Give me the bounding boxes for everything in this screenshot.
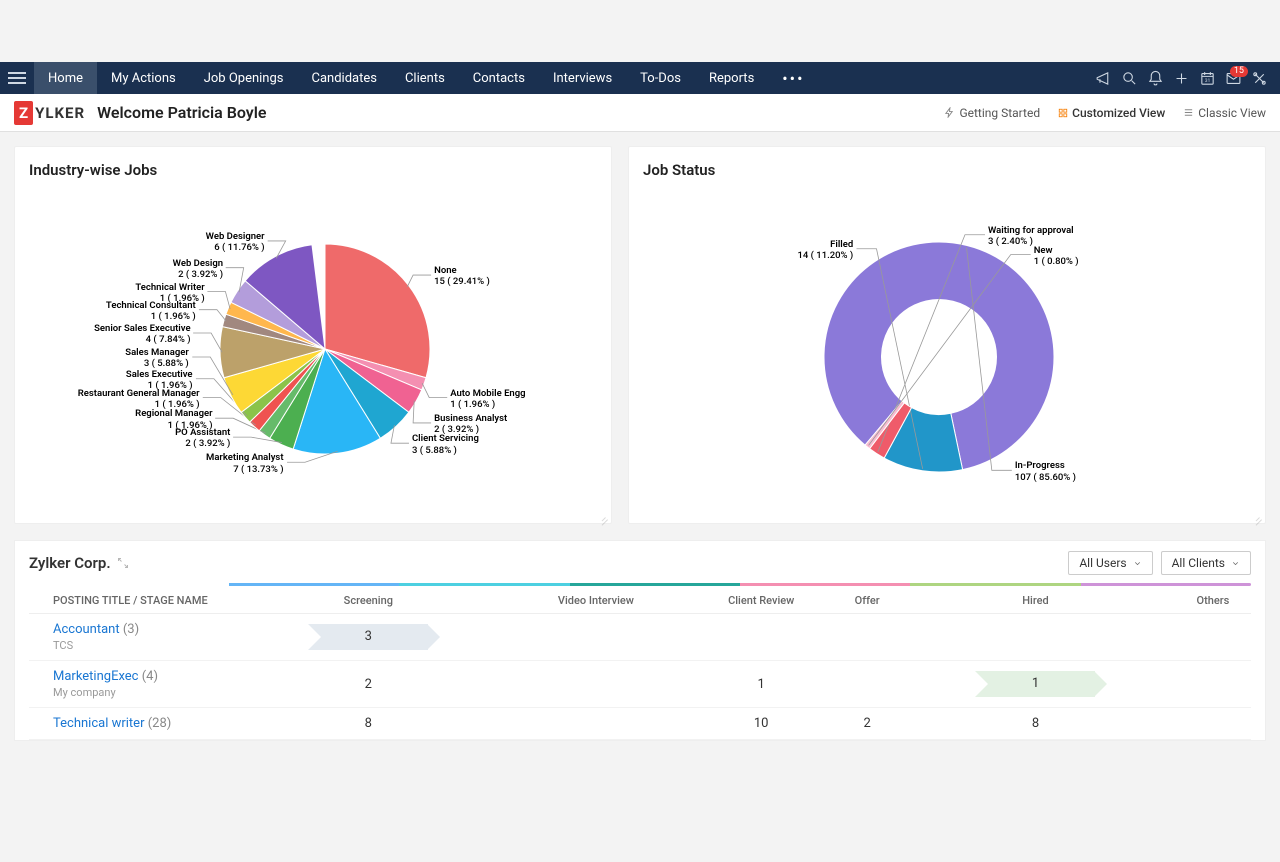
stage-cell[interactable]: 1	[896, 661, 1175, 708]
col-header-stage[interactable]: Screening	[229, 588, 508, 614]
filter-users-label: All Users	[1079, 556, 1126, 570]
chart-label: Auto Mobile Engg1 ( 1.96% )	[450, 388, 525, 411]
table-row: MarketingExec (4)My company211	[29, 661, 1251, 708]
stage-cell[interactable]: 2	[838, 708, 896, 740]
svg-text:31: 31	[1204, 78, 1210, 84]
status-card-title: Job Status	[643, 161, 1251, 179]
pipeline-title: Zylker Corp.	[29, 554, 129, 572]
getting-started-label: Getting Started	[959, 106, 1040, 120]
chart-label: Technical Writer1 ( 1.96% )	[135, 282, 204, 305]
search-icon[interactable]	[1116, 70, 1142, 87]
chart-label: In-Progress107 ( 85.60% )	[1015, 460, 1076, 483]
job-link[interactable]: Accountant	[53, 622, 120, 637]
stage-cell[interactable]	[1175, 661, 1251, 708]
stage-cell[interactable]	[684, 614, 838, 661]
industry-jobs-card: Industry-wise Jobs None15 ( 29.41% ) Auto…	[14, 146, 612, 524]
stage-cell[interactable]	[508, 661, 685, 708]
resize-handle[interactable]	[598, 510, 608, 520]
brand-mark: Z	[14, 101, 33, 125]
job-company: TCS	[53, 639, 229, 652]
nav-item-clients[interactable]: Clients	[391, 62, 459, 94]
stage-cell[interactable]	[508, 614, 685, 661]
filter-clients-dropdown[interactable]: All Clients	[1161, 551, 1251, 575]
chevron-down-icon	[1231, 559, 1240, 568]
tools-icon[interactable]	[1246, 70, 1272, 87]
mail-icon[interactable]: 15	[1220, 70, 1246, 87]
job-link[interactable]: Technical writer	[53, 716, 144, 731]
nav-item-to-dos[interactable]: To-Dos	[626, 62, 695, 94]
job-link[interactable]: MarketingExec	[53, 669, 138, 684]
nav-item-contacts[interactable]: Contacts	[459, 62, 539, 94]
filter-clients-label: All Clients	[1172, 556, 1225, 570]
stage-cell[interactable]	[838, 661, 896, 708]
expand-icon[interactable]	[117, 557, 129, 569]
table-row: Accountant (3)TCS3	[29, 614, 1251, 661]
nav-item-reports[interactable]: Reports	[695, 62, 768, 94]
chart-label: Regional Manager1 ( 1.96% )	[135, 408, 212, 431]
plus-icon[interactable]	[1168, 70, 1194, 87]
calendar-icon[interactable]: 31	[1194, 70, 1220, 87]
stage-cell[interactable]	[508, 708, 685, 740]
chart-label: None15 ( 29.41% )	[434, 265, 490, 288]
customized-view-link[interactable]: Customized View	[1058, 106, 1165, 120]
pipeline-card: Zylker Corp. All Users All Clients POSTI…	[14, 540, 1266, 741]
col-header-stage[interactable]: Client Review	[684, 588, 838, 614]
col-header-stage[interactable]: Video Interview	[508, 588, 685, 614]
subheader: Z YLKER Welcome Patricia Boyle Getting S…	[0, 94, 1280, 132]
classic-view-link[interactable]: Classic View	[1183, 106, 1266, 120]
filter-users-dropdown[interactable]: All Users	[1068, 551, 1152, 575]
menu-icon[interactable]	[8, 69, 26, 87]
topnav: HomeMy ActionsJob OpeningsCandidatesClie…	[0, 62, 1280, 94]
pipeline-title-text: Zylker Corp.	[29, 554, 111, 572]
announce-icon[interactable]	[1090, 70, 1116, 87]
chevron-down-icon	[1133, 559, 1142, 568]
nav-item-interviews[interactable]: Interviews	[539, 62, 626, 94]
stage-cell[interactable]: 8	[229, 708, 508, 740]
bell-icon[interactable]	[1142, 70, 1168, 87]
stage-cell[interactable]: 3	[229, 614, 508, 661]
chart-label: Sales Executive1 ( 1.96% )	[126, 369, 193, 392]
stage-cell[interactable]	[1175, 708, 1251, 740]
stage-cell[interactable]	[896, 614, 1175, 661]
col-header-posting: POSTING TITLE / STAGE NAME	[29, 588, 229, 614]
col-header-stage[interactable]: Hired	[896, 588, 1175, 614]
chart-label: Filled14 ( 11.20% )	[798, 239, 854, 262]
content: Industry-wise Jobs None15 ( 29.41% ) Auto…	[0, 132, 1280, 755]
welcome-text: Welcome Patricia Boyle	[97, 103, 266, 122]
stage-color-bar	[29, 583, 1251, 586]
customized-view-label: Customized View	[1072, 106, 1165, 120]
industry-pie-chart: None15 ( 29.41% ) Auto Mobile Engg1 ( 1.9…	[29, 189, 597, 519]
status-donut-chart: In-Progress107 ( 85.60% ) Filled14 ( 11.2…	[643, 189, 1251, 519]
stage-cell[interactable]: 1	[684, 661, 838, 708]
chart-label: Marketing Analyst7 ( 13.73% )	[206, 452, 284, 475]
table-row: Technical writer (28)81028	[29, 708, 1251, 740]
nav-items: HomeMy ActionsJob OpeningsCandidatesClie…	[34, 62, 768, 94]
chart-label: Web Design2 ( 3.92% )	[173, 258, 223, 281]
stage-cell[interactable]	[838, 614, 896, 661]
chart-label: Senior Sales Executive4 ( 7.84% )	[94, 323, 190, 346]
stage-cell[interactable]: 2	[229, 661, 508, 708]
brand-text: YLKER	[35, 104, 85, 122]
classic-view-label: Classic View	[1198, 106, 1266, 120]
chart-label: Client Servicing3 ( 5.88% )	[412, 433, 479, 456]
job-company: My company	[53, 686, 229, 699]
nav-item-my-actions[interactable]: My Actions	[97, 62, 190, 94]
stage-cell[interactable]: 8	[896, 708, 1175, 740]
job-status-card: Job Status In-Progress107 ( 85.60% ) Fill…	[628, 146, 1266, 524]
nav-more[interactable]: •••	[768, 69, 818, 88]
getting-started-link[interactable]: Getting Started	[944, 106, 1040, 120]
stage-cell[interactable]: 10	[684, 708, 838, 740]
col-header-stage[interactable]: Offer	[838, 588, 896, 614]
nav-item-job-openings[interactable]: Job Openings	[190, 62, 298, 94]
industry-card-title: Industry-wise Jobs	[29, 161, 597, 179]
chart-label: New1 ( 0.80% )	[1034, 245, 1079, 268]
stage-cell[interactable]	[1175, 614, 1251, 661]
nav-item-home[interactable]: Home	[34, 62, 97, 94]
nav-item-candidates[interactable]: Candidates	[298, 62, 391, 94]
resize-handle[interactable]	[1252, 510, 1262, 520]
chart-label: Sales Manager3 ( 5.88% )	[125, 347, 189, 370]
col-header-stage[interactable]: Others	[1175, 588, 1251, 614]
chart-label: Web Designer6 ( 11.76% )	[206, 231, 265, 254]
pipeline-table: POSTING TITLE / STAGE NAMEScreeningVideo…	[29, 588, 1251, 740]
